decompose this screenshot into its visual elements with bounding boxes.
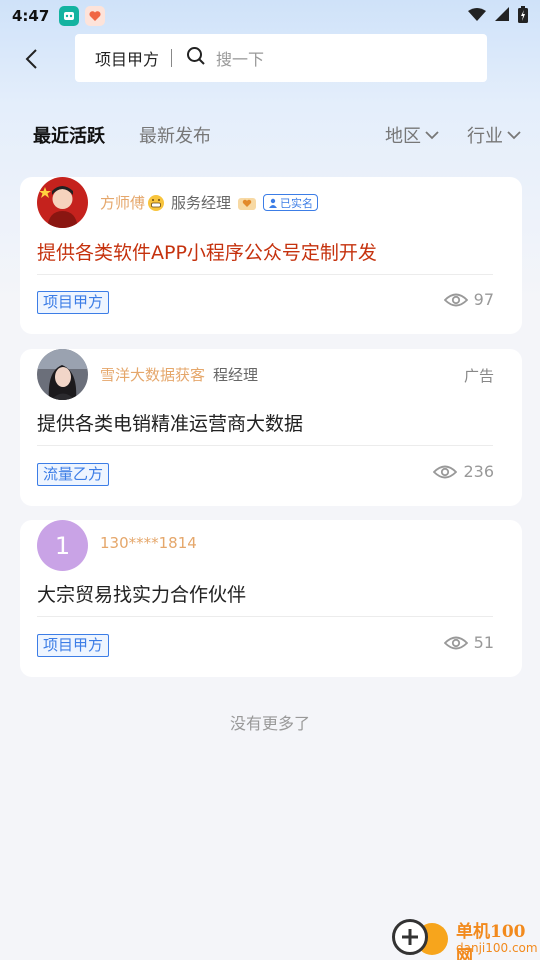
end-of-list-text: 没有更多了 (229, 714, 310, 733)
post-author-line: 130****1814 (100, 534, 197, 552)
eye-icon (443, 636, 468, 649)
avatar[interactable] (37, 349, 88, 400)
view-count: 236 (433, 462, 494, 481)
search-icon (186, 46, 206, 70)
post-category-tag: 项目甲方 (37, 291, 110, 314)
manager-badge-icon (237, 195, 257, 211)
back-button[interactable] (16, 44, 46, 74)
author-name[interactable]: 雪洋大数据获客 (100, 364, 205, 385)
author-name[interactable]: 方师傅 (100, 192, 145, 213)
tab-newest[interactable]: 最新发布 (139, 122, 211, 148)
post-author-line: 方师傅 服务经理 已实名 (100, 192, 319, 213)
post-author-line: 雪洋大数据获客 程经理 (100, 364, 258, 385)
author-name[interactable]: 130****1814 (100, 534, 197, 552)
region-filter-label: 地区 (385, 126, 421, 147)
wifi-icon (468, 7, 486, 26)
author-role: 服务经理 (171, 194, 232, 212)
status-bar: 4:47 (0, 0, 540, 32)
card-divider (37, 616, 493, 617)
search-header: 项目甲方 搜一下 (0, 34, 540, 82)
verified-badge: 已实名 (263, 194, 319, 211)
card-divider (37, 445, 493, 446)
post-card[interactable]: 雪洋大数据获客 程经理 广告 提供各类电销精准运营商大数据 流量乙方 236 (20, 349, 522, 506)
view-count-value: 51 (473, 633, 494, 652)
ad-label: 广告 (463, 367, 494, 385)
view-count-value: 236 (463, 462, 494, 481)
view-count-value: 97 (473, 290, 494, 309)
site-watermark: 单机100网 danji100.com (388, 915, 540, 960)
post-card[interactable]: 方师傅 服务经理 已实名 提供各类软件APP小程序公众号定制开发 项目甲方 97 (20, 177, 522, 334)
search-category-selector[interactable]: 项目甲方 (95, 46, 159, 70)
post-title[interactable]: 大宗贸易找实力合作伙伴 (37, 580, 246, 607)
chevron-left-icon (25, 49, 37, 69)
card-divider (37, 274, 493, 275)
status-time: 4:47 (12, 7, 50, 25)
verified-label: 已实名 (280, 196, 314, 210)
grin-emoji-icon (147, 194, 165, 212)
signal-icon (494, 6, 510, 26)
post-title[interactable]: 提供各类电销精准运营商大数据 (37, 409, 303, 436)
watermark-logo-icon (392, 919, 428, 955)
view-count: 97 (443, 290, 494, 309)
view-count: 51 (443, 633, 494, 652)
avatar[interactable]: 1 (37, 520, 88, 571)
search-input[interactable]: 搜一下 (216, 46, 264, 70)
post-card[interactable]: 1 130****1814 大宗贸易找实力合作伙伴 项目甲方 51 (20, 520, 522, 677)
region-filter[interactable]: 地区 (385, 122, 439, 148)
industry-filter-label: 行业 (467, 126, 503, 147)
battery-icon (518, 5, 528, 27)
search-bar[interactable]: 项目甲方 搜一下 (75, 34, 487, 82)
tab-bar: 最近活跃 最新发布 地区 行业 (0, 118, 540, 152)
watermark-url: danji100.com (456, 941, 538, 955)
author-role: 程经理 (213, 366, 259, 384)
post-category-tag: 项目甲方 (37, 634, 110, 657)
eye-icon (433, 465, 458, 478)
person-icon (269, 198, 278, 208)
app-notification-icon (59, 6, 80, 26)
avatar[interactable] (37, 177, 88, 228)
heart-app-notification-icon (85, 6, 106, 26)
chevron-down-icon (425, 131, 439, 140)
eye-icon (443, 293, 468, 306)
chevron-down-icon (507, 131, 521, 140)
post-category-tag: 流量乙方 (37, 463, 110, 486)
search-divider (171, 49, 173, 67)
post-title[interactable]: 提供各类软件APP小程序公众号定制开发 (37, 238, 377, 265)
industry-filter[interactable]: 行业 (467, 122, 521, 148)
tab-recently-active[interactable]: 最近活跃 (33, 122, 105, 148)
